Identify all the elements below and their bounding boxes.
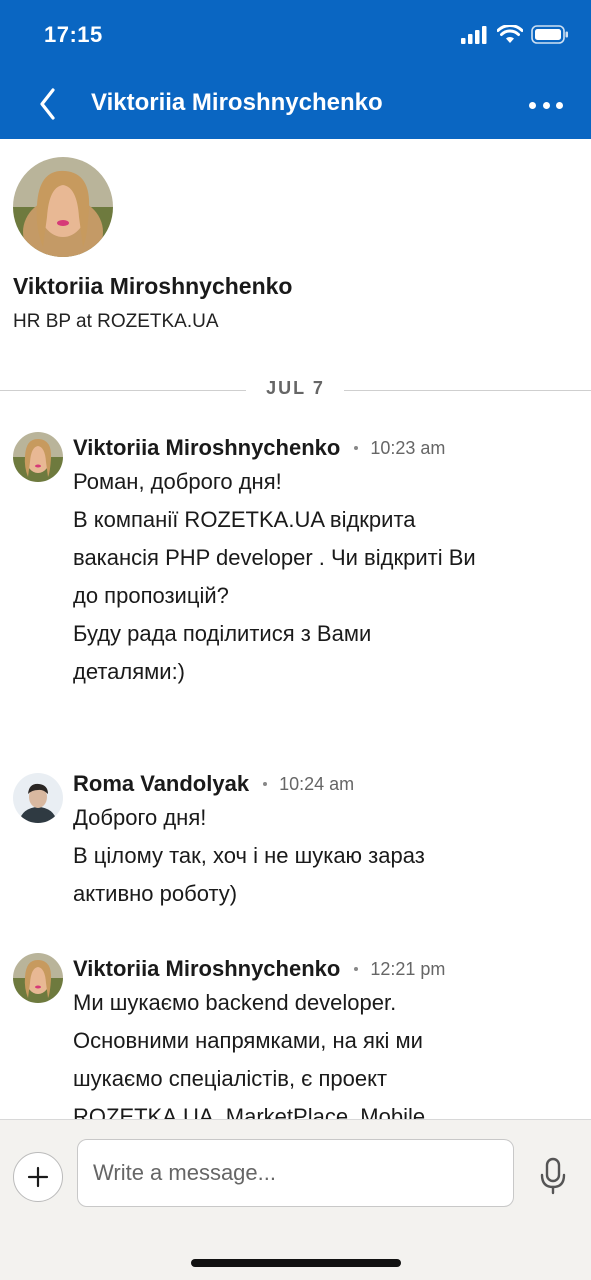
sender-name[interactable]: Viktoriia Miroshnychenko xyxy=(73,956,340,982)
sender-name[interactable]: Roma Vandolyak xyxy=(73,771,249,797)
status-time: 17:15 xyxy=(44,22,103,47)
message-body: Доброго дня! В цілому так, хоч і не шука… xyxy=(73,805,425,906)
date-divider: JUL 7 xyxy=(0,378,591,402)
message-input[interactable] xyxy=(77,1139,514,1207)
message-time: 10:23 am xyxy=(370,437,446,458)
sender-avatar[interactable] xyxy=(13,432,63,482)
wifi-icon xyxy=(497,25,523,43)
status-icons xyxy=(461,25,569,44)
message-body: Роман, доброго дня! В компанії ROZETKA.U… xyxy=(73,469,476,684)
message-time: 12:21 pm xyxy=(370,958,446,979)
signal-icon xyxy=(461,25,487,44)
microphone-icon xyxy=(540,1157,566,1195)
plus-icon xyxy=(27,1166,49,1188)
message-composer xyxy=(0,1119,591,1280)
message-body: Ми шукаємо backend developer. Основними … xyxy=(73,990,426,1129)
profile-name[interactable]: Viktoriia Miroshnychenko xyxy=(13,273,292,300)
voice-message-button[interactable] xyxy=(537,1156,569,1196)
sender-avatar[interactable] xyxy=(13,773,63,823)
date-label: JUL 7 xyxy=(266,378,325,398)
profile-headline: HR BP at ROZETKA.UA xyxy=(13,311,219,332)
sender-name[interactable]: Viktoriia Miroshnychenko xyxy=(73,435,340,461)
more-dots-icon xyxy=(529,101,536,109)
app-header: 17:15 Viktoriia Miroshnychenko xyxy=(0,0,591,139)
more-options-button[interactable] xyxy=(529,95,563,115)
message-time: 10:24 am xyxy=(279,773,355,794)
back-button[interactable] xyxy=(32,84,62,124)
header-title[interactable]: Viktoriia Miroshnychenko xyxy=(91,89,383,117)
sender-avatar[interactable] xyxy=(13,953,63,1003)
chevron-left-icon xyxy=(40,88,55,120)
home-indicator[interactable] xyxy=(191,1259,401,1267)
attach-button[interactable] xyxy=(13,1152,63,1202)
battery-icon xyxy=(531,25,568,44)
profile-avatar[interactable] xyxy=(13,157,113,257)
